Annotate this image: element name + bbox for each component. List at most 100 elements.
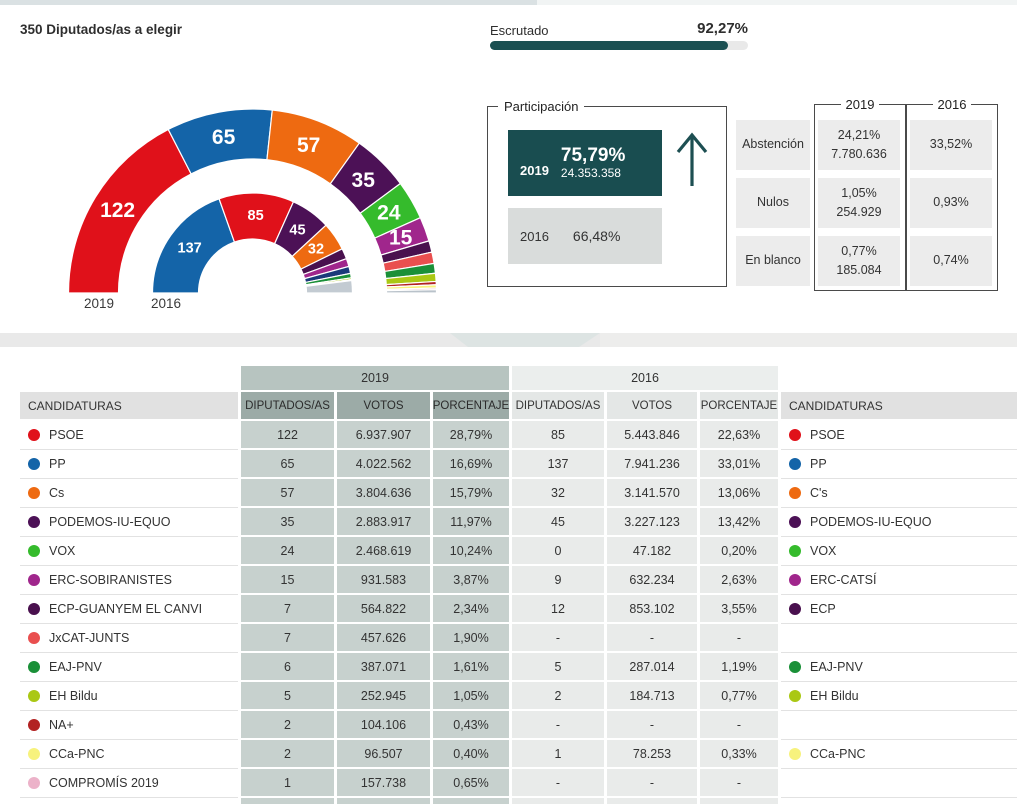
- group-header-spacer: [781, 366, 1017, 392]
- party-color-dot: [28, 632, 40, 644]
- hemicycle-seat-label: 24: [377, 202, 401, 225]
- election-results-page: 350 Diputados/as a elegir Escrutado 92,2…: [0, 0, 1017, 804]
- votes-2016-cell: -: [607, 711, 697, 740]
- seats-2016-cell: [512, 798, 604, 804]
- party-label-cell: COMPROMÍS 2019: [20, 769, 238, 798]
- seats-2016-cell: -: [512, 711, 604, 740]
- party-name: ERC-SOBIRANISTES: [49, 573, 172, 587]
- hemicycle-year-2016: 2016: [151, 296, 182, 311]
- party-label-cell-right: VOX: [781, 537, 1017, 566]
- seats-2019-cell: 5: [241, 682, 334, 711]
- percent-2019-cell: 1,61%: [433, 653, 509, 682]
- party-label-cell: CCa-PNC: [20, 740, 238, 769]
- party-color-dot: [789, 458, 801, 470]
- party-color-dot: [28, 719, 40, 731]
- group-header-2019: 2019: [241, 366, 509, 392]
- hemicycle-seat-label: 57: [297, 134, 320, 157]
- party-label-cell: [20, 798, 238, 804]
- party-name: PODEMOS-IU-EQUO: [49, 515, 171, 529]
- votes-2019-cell: 104.106: [337, 711, 430, 740]
- party-color-dot: [28, 487, 40, 499]
- participacion-2016-year: 2016: [520, 228, 549, 244]
- hemicycle-year-2019: 2019: [84, 296, 115, 311]
- seats-2019-cell: 15: [241, 566, 334, 595]
- votes-2016-cell: 3.141.570: [607, 479, 697, 508]
- party-color-dot: [789, 545, 801, 557]
- votes-2016-cell: 5.443.846: [607, 421, 697, 450]
- party-color-dot: [789, 748, 801, 760]
- party-label-cell: VOX: [20, 537, 238, 566]
- percent-2019-cell: 28,79%: [433, 421, 509, 450]
- party-color-dot: [28, 516, 40, 528]
- participacion-2019-votes: 24.353.358: [560, 166, 621, 181]
- participacion-panel: Participación 2019 75,79% 24.353.358 201…: [487, 99, 727, 287]
- group-header-spacer: [20, 366, 238, 392]
- seats-2019-cell: [241, 798, 334, 804]
- percent-2016-cell: 13,42%: [700, 508, 778, 537]
- seats-2016-cell: 137: [512, 450, 604, 479]
- party-color-dot: [28, 574, 40, 586]
- seats-2016-cell: -: [512, 769, 604, 798]
- escrutado-value: 92,27%: [697, 20, 748, 37]
- seats-2016-cell: 1: [512, 740, 604, 769]
- party-color-dot: [28, 748, 40, 760]
- votes-2016-cell: [607, 798, 697, 804]
- col-header-diputados-2019: DIPUTADOS/AS: [241, 392, 334, 421]
- seats-2016-cell: 45: [512, 508, 604, 537]
- hemicycle-seat-label: 65: [212, 126, 236, 149]
- party-color-dot: [789, 661, 801, 673]
- party-label-cell: ERC-SOBIRANISTES: [20, 566, 238, 595]
- seats-2016-cell: 5: [512, 653, 604, 682]
- seats-2016-cell: -: [512, 624, 604, 653]
- party-label-cell: JxCAT-JUNTS: [20, 624, 238, 653]
- col-header-diputados-2016: DIPUTADOS/AS: [512, 392, 604, 421]
- percent-2019-cell: 1,05%: [433, 682, 509, 711]
- participacion-2019-percent: 75,79%: [560, 144, 626, 166]
- votes-2019-cell: 4.022.562: [337, 450, 430, 479]
- party-label-cell: NA+: [20, 711, 238, 740]
- seats-2016-cell: 0: [512, 537, 604, 566]
- hemicycle-seat-label: 122: [100, 199, 135, 222]
- percent-2019-cell: 10,24%: [433, 537, 509, 566]
- stat-2016-enblanco: 0,74%: [910, 236, 992, 286]
- votes-2016-cell: 287.014: [607, 653, 697, 682]
- votes-2019-cell: 3.804.636: [337, 479, 430, 508]
- party-name: COMPROMÍS 2019: [49, 776, 159, 790]
- stat-value: 1,05%: [841, 185, 877, 200]
- stat-label-abstencion: Abstención: [736, 120, 810, 170]
- col-header-votos-2019: VOTOS: [337, 392, 430, 421]
- participacion-2016-percent: 66,48%: [572, 228, 621, 244]
- party-color-dot: [28, 690, 40, 702]
- hemicycle-svg: 12265 57352415137854532: [67, 108, 438, 294]
- seats-2019-cell: 57: [241, 479, 334, 508]
- escrutado-progress: [490, 41, 748, 50]
- party-label-cell-right: EH Bildu: [781, 682, 1017, 711]
- votes-2019-cell: 387.071: [337, 653, 430, 682]
- participacion-2019-year: 2019: [520, 162, 549, 178]
- col-header-candidaturas-left: CANDIDATURAS: [20, 392, 238, 421]
- party-color-dot: [28, 603, 40, 615]
- party-label-cell-right: [781, 769, 1017, 798]
- group-header-2016: 2016: [512, 366, 778, 392]
- escrutado-progress-fill: [490, 41, 729, 50]
- party-label-cell-right: [781, 798, 1017, 804]
- percent-2016-cell: -: [700, 624, 778, 653]
- percent-2019-cell: 0,43%: [433, 711, 509, 740]
- party-name: C's: [810, 486, 828, 500]
- col-header-candidaturas-right: CANDIDATURAS: [781, 392, 1017, 421]
- percent-2019-cell: 15,79%: [433, 479, 509, 508]
- seats-2019-cell: 24: [241, 537, 334, 566]
- votes-2016-cell: 7.941.236: [607, 450, 697, 479]
- party-label-cell: EAJ-PNV: [20, 653, 238, 682]
- stat-value: 0,77%: [841, 243, 877, 258]
- party-name: NA+: [49, 718, 74, 732]
- votes-2019-cell: 96.507: [337, 740, 430, 769]
- percent-2016-cell: 1,19%: [700, 653, 778, 682]
- votes-2016-cell: 78.253: [607, 740, 697, 769]
- party-name: EAJ-PNV: [810, 660, 863, 674]
- percent-2016-cell: 0,77%: [700, 682, 778, 711]
- seats-2019-cell: 7: [241, 595, 334, 624]
- votes-2016-cell: -: [607, 624, 697, 653]
- votes-2016-cell: -: [607, 769, 697, 798]
- party-name: PSOE: [49, 428, 84, 442]
